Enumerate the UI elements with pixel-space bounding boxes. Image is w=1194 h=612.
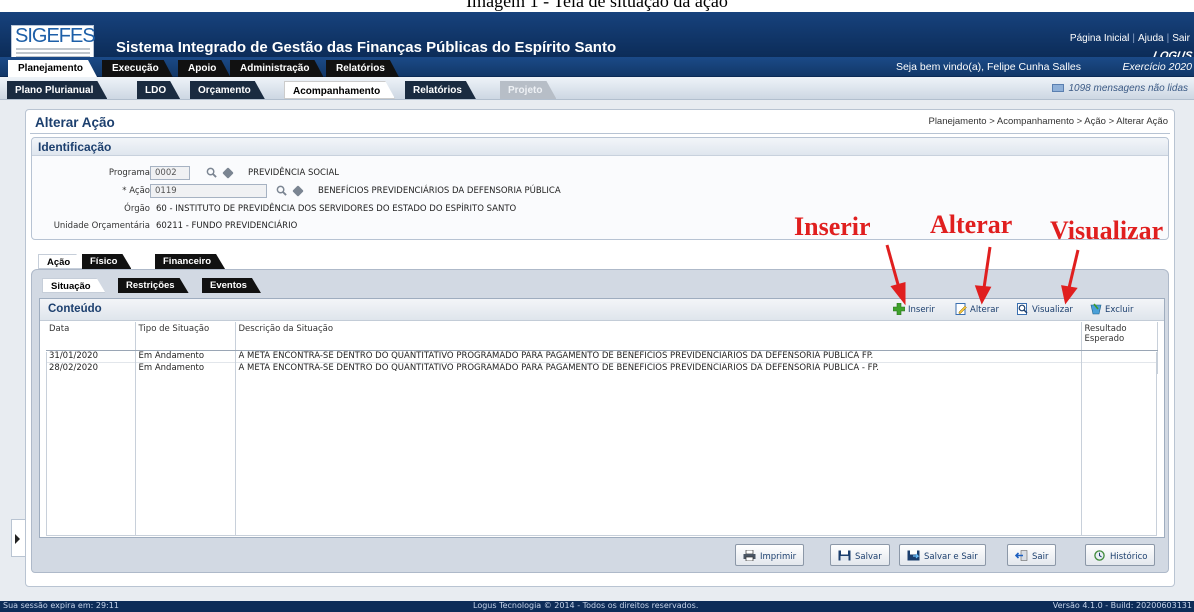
arrow-line xyxy=(982,246,992,289)
arrow-head xyxy=(1061,285,1078,305)
arrow-head xyxy=(974,285,992,305)
arrow-head xyxy=(890,282,906,306)
annotation-arrows xyxy=(885,244,1080,306)
arrow-line xyxy=(1067,249,1080,289)
arrow-line xyxy=(885,244,901,289)
